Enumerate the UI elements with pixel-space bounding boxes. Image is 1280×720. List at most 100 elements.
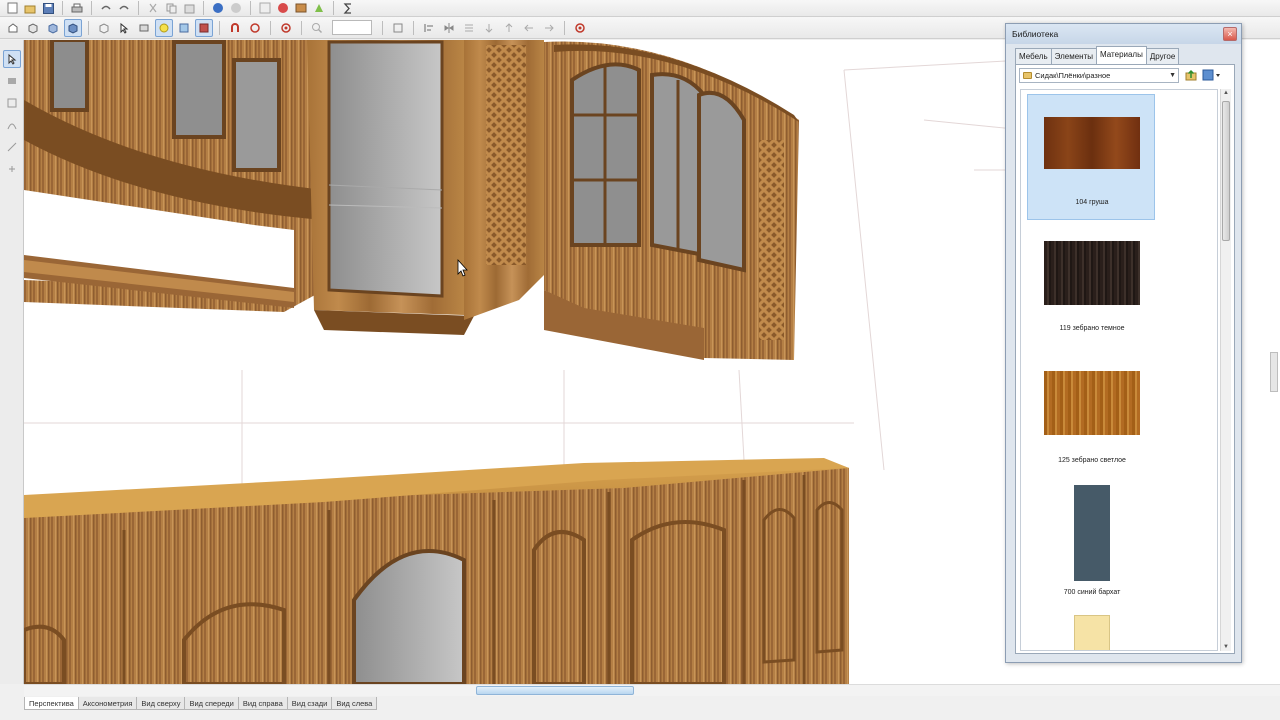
marker-icon[interactable]	[571, 19, 589, 37]
material-swatch	[1044, 117, 1140, 169]
new-icon[interactable]	[4, 0, 20, 16]
sigma-icon[interactable]	[340, 0, 356, 16]
view-mode-icon[interactable]	[1202, 68, 1224, 82]
view-tabs: Перспектива Аксонометрия Вид сверху Вид …	[24, 697, 378, 711]
main-toolbar	[0, 0, 1280, 17]
glass-pane	[50, 40, 89, 112]
cube-front-icon[interactable]	[44, 19, 62, 37]
material-item[interactable]: 125 зебрано светлое	[1027, 358, 1155, 484]
scrollbar-thumb[interactable]	[1222, 101, 1230, 241]
material-item[interactable]: 119 зебрано темное	[1027, 228, 1155, 354]
move-icon[interactable]	[135, 19, 153, 37]
scroll-up-icon[interactable]: ▲	[1223, 90, 1229, 96]
tab-perspective[interactable]: Перспектива	[24, 697, 79, 710]
hand-tool-icon[interactable]	[3, 160, 21, 178]
redo-icon[interactable]	[116, 0, 132, 16]
arrow-up-icon[interactable]	[500, 19, 518, 37]
material-label: 104 груша	[1075, 199, 1109, 206]
toolbar-separator	[203, 1, 204, 15]
center-icon[interactable]	[277, 19, 295, 37]
open-icon[interactable]	[22, 0, 38, 16]
material-swatch	[1074, 615, 1110, 650]
shelf-icon[interactable]	[293, 0, 309, 16]
select-icon[interactable]	[115, 19, 133, 37]
scrollbar-thumb[interactable]	[476, 686, 634, 695]
zoom-value-input[interactable]	[332, 20, 372, 35]
tab-axonometric[interactable]: Аксонометрия	[77, 697, 138, 710]
layers-tool-icon[interactable]	[3, 72, 21, 90]
arrow-right-icon[interactable]	[540, 19, 558, 37]
measure-tool-icon[interactable]	[3, 138, 21, 156]
palette-icon[interactable]	[275, 0, 291, 16]
arrow-icon[interactable]	[480, 19, 498, 37]
folder-up-icon[interactable]	[1184, 68, 1198, 82]
snap-icon[interactable]	[246, 19, 264, 37]
toolbar-separator	[333, 1, 334, 15]
cut-icon[interactable]	[145, 0, 161, 16]
tab-top-view[interactable]: Вид сверху	[136, 697, 186, 710]
arrow-left-icon[interactable]	[520, 19, 538, 37]
zoom-icon[interactable]	[308, 19, 326, 37]
toolbar-separator	[91, 1, 92, 15]
toolbar-separator	[382, 20, 383, 35]
mirror-icon[interactable]	[440, 19, 458, 37]
texture-icon[interactable]	[257, 0, 273, 16]
tab-elements[interactable]: Элементы	[1050, 48, 1098, 64]
paste-icon[interactable]	[181, 0, 197, 16]
material-item[interactable]	[1027, 610, 1155, 650]
light-icon[interactable]	[155, 18, 173, 37]
tab-furniture[interactable]: Мебель	[1015, 48, 1052, 64]
grid-icon[interactable]	[195, 18, 213, 37]
rotate-icon[interactable]	[4, 19, 22, 37]
undo-icon[interactable]	[98, 0, 114, 16]
material-label: 125 зебрано светлое	[1058, 457, 1126, 464]
cube-side-icon[interactable]	[95, 19, 113, 37]
folder-path-text: Сидак\Плёнки\разное	[1035, 71, 1111, 80]
material-item[interactable]: 700 синий бархат	[1027, 480, 1155, 606]
save-icon[interactable]	[40, 0, 56, 16]
toolbar-separator	[219, 20, 220, 35]
material-item[interactable]: 104 груша	[1027, 94, 1155, 220]
toolbar-separator	[413, 20, 414, 35]
chevron-down-icon: ▼	[1169, 72, 1176, 79]
tab-right-view[interactable]: Вид справа	[237, 697, 288, 710]
cube-icon[interactable]	[24, 19, 42, 37]
curve-tool-icon[interactable]	[3, 116, 21, 134]
vertical-scroll-grip[interactable]	[1270, 352, 1278, 392]
magnet-icon[interactable]	[226, 19, 244, 37]
horizontal-scrollbar[interactable]	[24, 684, 1280, 696]
tab-other[interactable]: Другое	[1145, 48, 1180, 64]
materials-list: 104 груша 119 зебрано темное 125 зебрано…	[1020, 89, 1218, 651]
render-icon[interactable]	[311, 0, 327, 16]
edit-icon[interactable]	[389, 19, 407, 37]
glass-door	[327, 40, 444, 298]
scroll-down-icon[interactable]: ▼	[1223, 644, 1229, 650]
tab-left-view[interactable]: Вид слева	[331, 697, 378, 710]
tab-front-view[interactable]: Вид спереди	[184, 697, 239, 710]
tab-back-view[interactable]: Вид сзади	[286, 697, 333, 710]
sphere-icon[interactable]	[228, 0, 244, 16]
toolbar-separator	[270, 20, 271, 35]
tab-materials[interactable]: Материалы	[1096, 46, 1147, 64]
copy-icon[interactable]	[163, 0, 179, 16]
pointer-tool-icon[interactable]	[2, 50, 21, 68]
toolbar-separator	[564, 20, 565, 35]
print-icon[interactable]	[69, 0, 85, 16]
close-button[interactable]: ×	[1223, 27, 1237, 41]
box-icon[interactable]	[175, 19, 193, 37]
library-titlebar[interactable]: Библиотека ×	[1006, 24, 1241, 44]
toolbar-separator	[250, 1, 251, 15]
distribute-icon[interactable]	[460, 19, 478, 37]
library-scrollbar[interactable]: ▲ ▼	[1220, 89, 1231, 651]
glass-pane	[172, 40, 226, 139]
library-content: Сидак\Плёнки\разное ▼ 104 груша 119 зебр…	[1015, 64, 1235, 654]
cube-active-icon[interactable]	[64, 18, 82, 37]
lattice-panel	[759, 140, 784, 340]
app-window: Перспектива Аксонометрия Вид сверху Вид …	[0, 0, 1280, 720]
globe-icon[interactable]	[210, 0, 226, 16]
folder-path-select[interactable]: Сидак\Плёнки\разное ▼	[1019, 68, 1179, 83]
align-icon[interactable]	[420, 19, 438, 37]
toolbar-separator	[62, 1, 63, 15]
shape-tool-icon[interactable]	[3, 94, 21, 112]
library-title: Библиотека	[1012, 29, 1059, 39]
